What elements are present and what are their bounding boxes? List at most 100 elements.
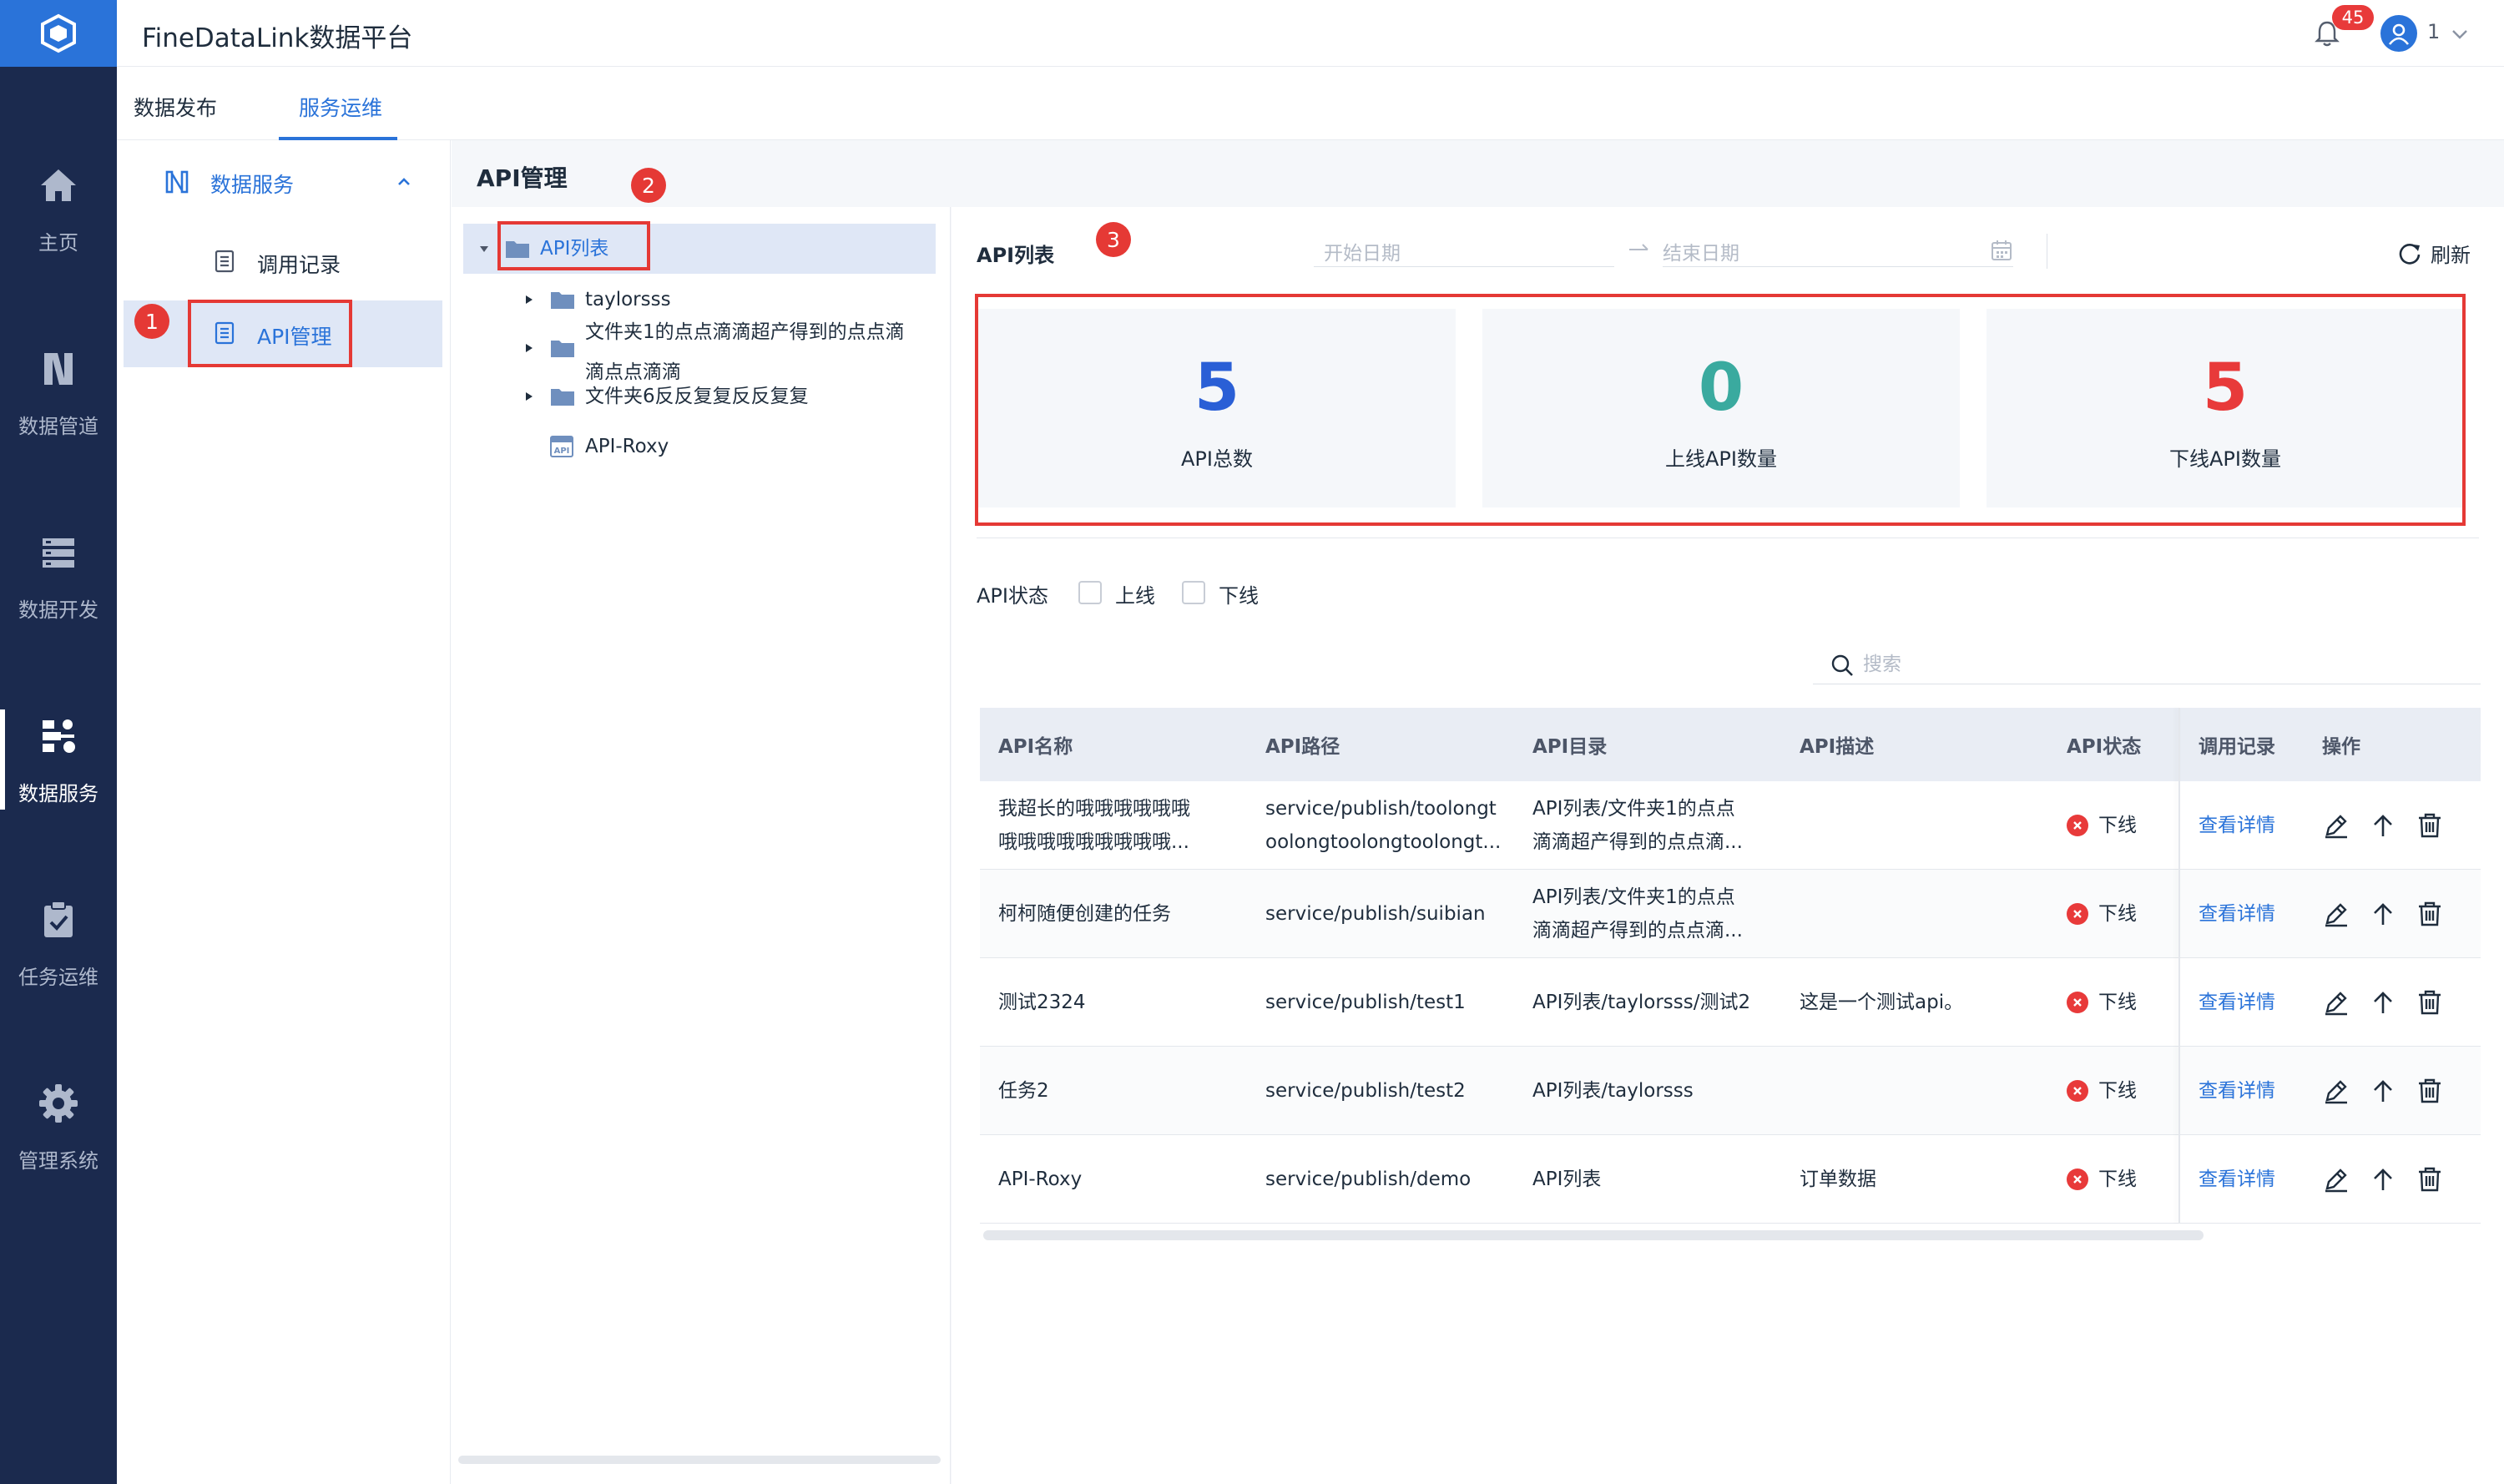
table-row[interactable]: 我超长的哦哦哦哦哦哦 哦哦哦哦哦哦哦哦哦... service/publish/…: [980, 781, 2481, 870]
view-details-link[interactable]: 查看详情: [2199, 1135, 2315, 1224]
api-desc: 订单数据: [1800, 1169, 1876, 1190]
sidebar-item-call-records[interactable]: 调用记录: [124, 229, 442, 295]
api-name: 测试2324: [998, 992, 1086, 1013]
table-row[interactable]: 测试2324 service/publish/test1 API列表/taylo…: [980, 958, 2481, 1047]
column-header: API状态: [2067, 736, 2142, 758]
cube-logo-icon: [41, 13, 76, 53]
tree-scrollbar[interactable]: [458, 1456, 941, 1464]
table-scrollbar[interactable]: [983, 1230, 2204, 1240]
search-input[interactable]: [1863, 649, 2447, 679]
nav-item-task-ops[interactable]: 任务运维: [0, 860, 117, 1027]
publish-up-icon[interactable]: [2369, 1077, 2397, 1105]
edit-icon[interactable]: [2322, 900, 2350, 928]
top-header: FineDataLink数据平台 45 1: [117, 0, 2504, 67]
offline-checkbox[interactable]: [1182, 581, 1205, 604]
nav-item-admin[interactable]: 管理系统: [0, 1043, 117, 1210]
trash-icon[interactable]: [2416, 811, 2444, 840]
nav-item-data-service[interactable]: 数据服务: [0, 676, 117, 843]
date-start-field[interactable]: 开始日期: [1314, 234, 1614, 267]
table-row[interactable]: 任务2 service/publish/test2 API列表/taylorss…: [980, 1047, 2481, 1135]
tree-node-folder[interactable]: taylorsss: [522, 284, 671, 315]
api-status: 下线: [2098, 903, 2137, 925]
publish-up-icon[interactable]: [2369, 988, 2397, 1017]
column-header: 调用记录: [2199, 736, 2275, 758]
caret-right-icon[interactable]: [523, 294, 535, 305]
publish-up-icon[interactable]: [2369, 811, 2397, 840]
api-dir-cont: 滴滴超产得到的点点滴...: [1532, 831, 1743, 853]
api-dir-cont: 滴滴超产得到的点点滴...: [1532, 920, 1743, 941]
caret-right-icon[interactable]: [523, 391, 535, 402]
tree-node-root[interactable]: API列表: [477, 233, 608, 265]
sidebar-group-label: 数据服务: [210, 173, 295, 197]
online-checkbox-label[interactable]: 上线: [1115, 579, 1155, 608]
sidebar-item-label: 调用记录: [257, 253, 341, 277]
api-name: 柯柯随便创建的任务: [998, 903, 1171, 925]
api-desc: [1800, 1047, 2050, 1135]
refresh-button[interactable]: 刷新: [2431, 239, 2471, 268]
edit-icon[interactable]: [2322, 811, 2350, 840]
caret-down-icon[interactable]: [478, 243, 490, 255]
search-icon: [1831, 654, 1853, 676]
stat-label: 下线API数量: [2169, 447, 2281, 471]
tree-node-label: API列表: [540, 238, 609, 260]
online-checkbox[interactable]: [1078, 581, 1102, 604]
api-dir: API列表/taylorsss/测试2: [1532, 992, 1751, 1013]
nav-item-develop[interactable]: 数据开发: [0, 492, 117, 659]
sidebar-item-api-manage[interactable]: API管理: [124, 300, 442, 367]
trash-icon[interactable]: [2416, 900, 2444, 928]
publish-up-icon[interactable]: [2369, 1165, 2397, 1194]
stat-value: 0: [1698, 351, 1744, 426]
edit-icon[interactable]: [2322, 1165, 2350, 1194]
offline-checkbox-label[interactable]: 下线: [1219, 579, 1259, 608]
nav-item-pipeline[interactable]: 数据管道: [0, 309, 117, 476]
chevron-up-icon[interactable]: [392, 170, 416, 194]
publish-up-icon[interactable]: [2369, 900, 2397, 928]
nav-item-home[interactable]: 主页: [0, 125, 117, 292]
home-icon: [41, 169, 76, 201]
column-header: API路径: [1265, 736, 1340, 758]
api-name: API-Roxy: [998, 1169, 1083, 1190]
api-desc: 这是一个测试api。: [1800, 992, 1964, 1013]
pipeline-icon: [44, 352, 73, 385]
api-name: 我超长的哦哦哦哦哦哦: [998, 798, 1190, 820]
view-details-link[interactable]: 查看详情: [2199, 1047, 2315, 1135]
avatar[interactable]: [2380, 15, 2417, 52]
stat-value: 5: [1194, 351, 1240, 426]
table-row[interactable]: 柯柯随便创建的任务 service/publish/suibian API列表/…: [980, 870, 2481, 958]
tab-service-ops[interactable]: 服务运维: [299, 92, 382, 122]
api-path: service/publish/test1: [1265, 992, 1466, 1013]
caret-right-icon[interactable]: [523, 342, 535, 354]
user-name[interactable]: 1: [2427, 20, 2440, 43]
view-details-link[interactable]: 查看详情: [2199, 781, 2315, 870]
api-dir: API列表/文件夹1的点点: [1532, 886, 1735, 908]
user-icon: [2388, 23, 2410, 45]
refresh-icon[interactable]: [2397, 240, 2422, 265]
column-header: API描述: [1800, 736, 1875, 758]
stat-card-offline: 5 下线API数量: [1987, 309, 2464, 507]
api-dir: API列表/文件夹1的点点: [1532, 798, 1735, 820]
stat-label: 上线API数量: [1665, 447, 1777, 471]
nav-item-label: 数据管道: [18, 414, 98, 438]
view-details-link[interactable]: 查看详情: [2199, 870, 2315, 958]
app-logo[interactable]: [0, 0, 117, 67]
data-service-icon: [165, 170, 189, 194]
tree-node-folder[interactable]: 文件夹6反反复复反反复复: [522, 381, 809, 412]
offline-status-icon: [2067, 992, 2088, 1013]
chevron-down-icon[interactable]: [2449, 23, 2471, 45]
table-row[interactable]: API-Roxy service/publish/demo API列表 订单数据…: [980, 1135, 2481, 1224]
view-details-link[interactable]: 查看详情: [2199, 958, 2315, 1047]
offline-status-icon: [2067, 1080, 2088, 1102]
tree-node-api[interactable]: API API-Roxy: [550, 431, 669, 462]
calendar-icon[interactable]: [1990, 239, 2013, 262]
folder-icon: [506, 241, 529, 258]
trash-icon[interactable]: [2416, 988, 2444, 1017]
date-end-field[interactable]: 结束日期: [1663, 234, 2013, 267]
offline-status-icon: [2067, 903, 2088, 925]
tab-data-publish[interactable]: 数据发布: [134, 92, 217, 122]
trash-icon[interactable]: [2416, 1165, 2444, 1194]
api-list-panel: API列表 开始日期 结束日期 刷新 5 API总数 0 上线API数量 5 下…: [952, 207, 2504, 1484]
edit-icon[interactable]: [2322, 988, 2350, 1017]
edit-icon[interactable]: [2322, 1077, 2350, 1105]
trash-icon[interactable]: [2416, 1077, 2444, 1105]
sidebar-group-data-service[interactable]: 数据服务: [117, 140, 451, 224]
